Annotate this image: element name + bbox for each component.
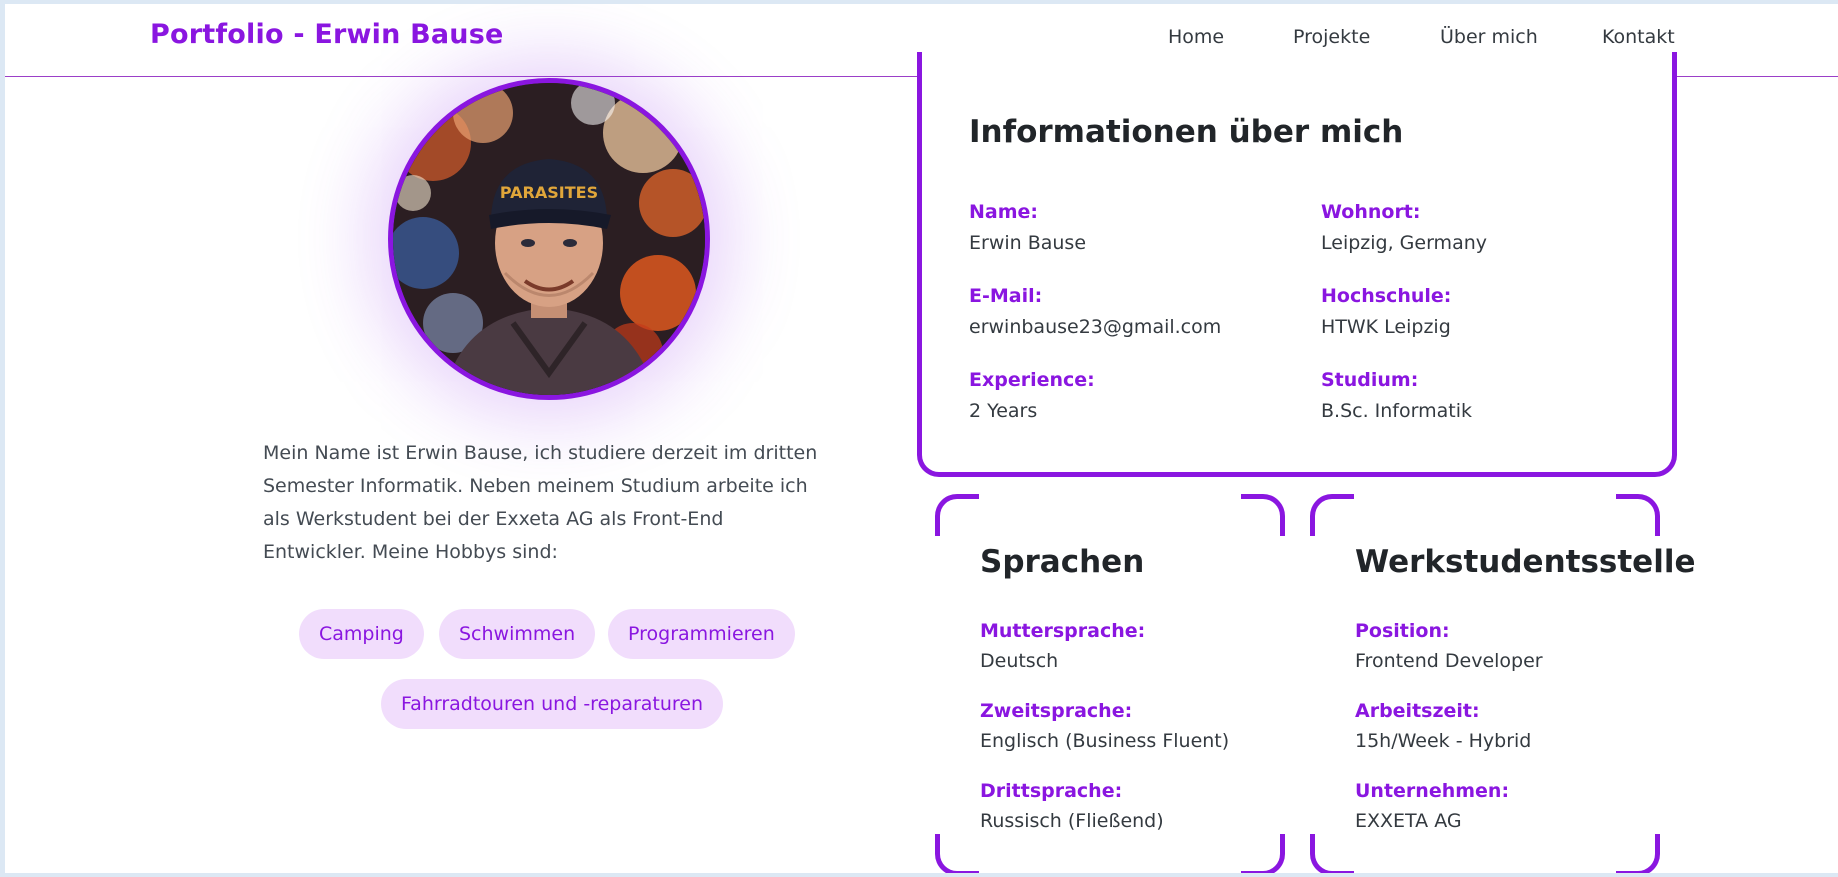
card-corner (1310, 834, 1354, 873)
hobby-tag: Programmieren (608, 609, 795, 659)
brand-title[interactable]: Portfolio - Erwin Bause (150, 19, 504, 50)
languages-card-title: Sprachen (980, 544, 1145, 580)
profile-photo: PARASITES (388, 78, 710, 400)
card-corner (935, 834, 979, 873)
card-corner (1241, 834, 1285, 873)
field-label-studium: Studium: (1321, 369, 1419, 391)
field-label-arbeitszeit: Arbeitszeit: (1355, 700, 1480, 722)
field-value-wohnort: Leipzig, Germany (1321, 232, 1487, 254)
card-corner (935, 494, 979, 536)
field-label-muttersprache: Muttersprache: (980, 620, 1146, 642)
info-card: Informationen über mich Name: Erwin Baus… (917, 52, 1677, 477)
field-label-name: Name: (969, 201, 1039, 223)
field-value-studium: B.Sc. Informatik (1321, 400, 1472, 422)
field-value-muttersprache: Deutsch (980, 650, 1059, 672)
nav-link-kontakt[interactable]: Kontakt (1602, 26, 1675, 48)
field-label-hochschule: Hochschule: (1321, 285, 1452, 307)
page: Portfolio - Erwin Bause Home Projekte Üb… (5, 4, 1838, 873)
field-value-unternehmen: EXXETA AG (1355, 810, 1462, 832)
field-value-position: Frontend Developer (1355, 650, 1543, 672)
field-value-hochschule: HTWK Leipzig (1321, 316, 1451, 338)
job-card: Werkstudentsstelle Position: Frontend De… (1310, 494, 1696, 873)
card-corner (1241, 494, 1285, 536)
hobby-tag: Fahrradtouren und -reparaturen (381, 679, 724, 729)
field-label-email: E-Mail: (969, 285, 1043, 307)
nav-link-ueber-mich[interactable]: Über mich (1440, 26, 1538, 48)
card-corner (1616, 834, 1660, 873)
field-value-experience: 2 Years (969, 400, 1038, 422)
bio-text: Mein Name ist Erwin Bause, ich studiere … (263, 442, 818, 563)
card-corner (1310, 494, 1354, 536)
field-label-unternehmen: Unternehmen: (1355, 780, 1510, 802)
field-value-zweitsprache: Englisch (Business Fluent) (980, 730, 1230, 752)
hobby-tag: Schwimmen (439, 609, 596, 659)
field-value-name: Erwin Bause (969, 232, 1087, 254)
job-card-title: Werkstudentsstelle (1355, 544, 1696, 580)
nav-link-projekte[interactable]: Projekte (1293, 26, 1370, 48)
nav-link-home[interactable]: Home (1168, 26, 1224, 48)
svg-text:PARASITES: PARASITES (500, 183, 598, 202)
field-value-drittsprache: Russisch (Fließend) (980, 810, 1164, 832)
field-value-email: erwinbause23@gmail.com (969, 316, 1222, 338)
languages-card: Sprachen Muttersprache: Deutsch Zweitspr… (935, 494, 1285, 873)
field-value-arbeitszeit: 15h/Week - Hybrid (1355, 730, 1532, 752)
hobby-tag: Camping (299, 609, 424, 659)
field-label-drittsprache: Drittsprache: (980, 780, 1123, 802)
field-label-position: Position: (1355, 620, 1450, 642)
field-label-wohnort: Wohnort: (1321, 201, 1421, 223)
field-label-experience: Experience: (969, 369, 1095, 391)
info-card-title: Informationen über mich (969, 114, 1404, 150)
field-label-zweitsprache: Zweitsprache: (980, 700, 1133, 722)
card-corner (1616, 494, 1660, 536)
